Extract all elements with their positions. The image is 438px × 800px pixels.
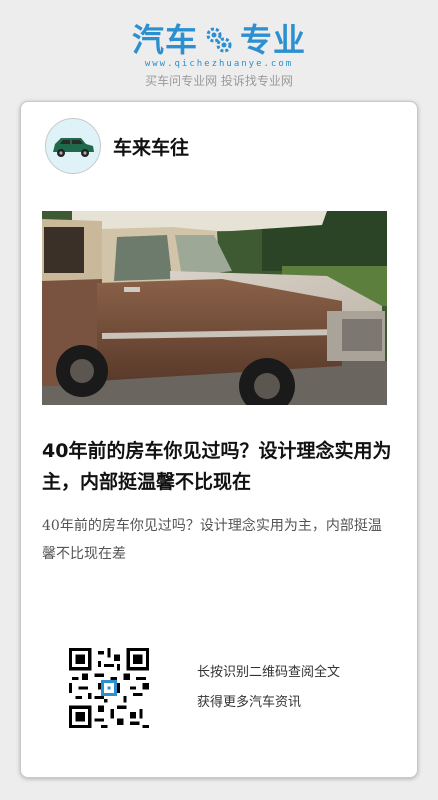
- author-row[interactable]: 车来车往: [45, 118, 189, 174]
- brand-name-left: 汽车: [131, 21, 198, 59]
- article-title[interactable]: 40年前的房车你见过吗？设计理念实用为主，内部挺温馨不比现在: [42, 436, 392, 498]
- brand-url: www.qichezhuanye.com: [144, 59, 294, 69]
- qr-line-2: 获得更多汽车资讯: [197, 695, 302, 710]
- author-avatar[interactable]: [45, 118, 101, 174]
- qr-line-1: 长按识别二维码查阅全文: [197, 665, 341, 680]
- brand-logo: 汽车 专业: [0, 22, 438, 58]
- car-avatar-icon: [53, 138, 94, 157]
- brand-slogan: 买车问专业网 投诉找专业网: [145, 74, 293, 88]
- qr-instructions: 长按识别二维码查阅全文 获得更多汽车资讯: [197, 658, 340, 718]
- camper-truck-image: [42, 211, 387, 405]
- article-card: 车来车往 40年前的房车你见过吗？设计理念实用为主，内部挺温馨不比现在 40年前…: [20, 101, 418, 778]
- article-photo[interactable]: [42, 211, 387, 405]
- qr-code[interactable]: [69, 648, 149, 728]
- brand-name-right: 专业: [240, 21, 307, 59]
- article-summary: 40年前的房车你见过吗？设计理念实用为主，内部挺温馨不比现在差: [42, 518, 382, 562]
- author-name[interactable]: 车来车往: [113, 133, 189, 160]
- brand-header: 汽车 专业 www.qichezhuanye.com 买车问专业网 投诉找专业网: [0, 22, 438, 89]
- gear-logo-icon: [206, 27, 232, 53]
